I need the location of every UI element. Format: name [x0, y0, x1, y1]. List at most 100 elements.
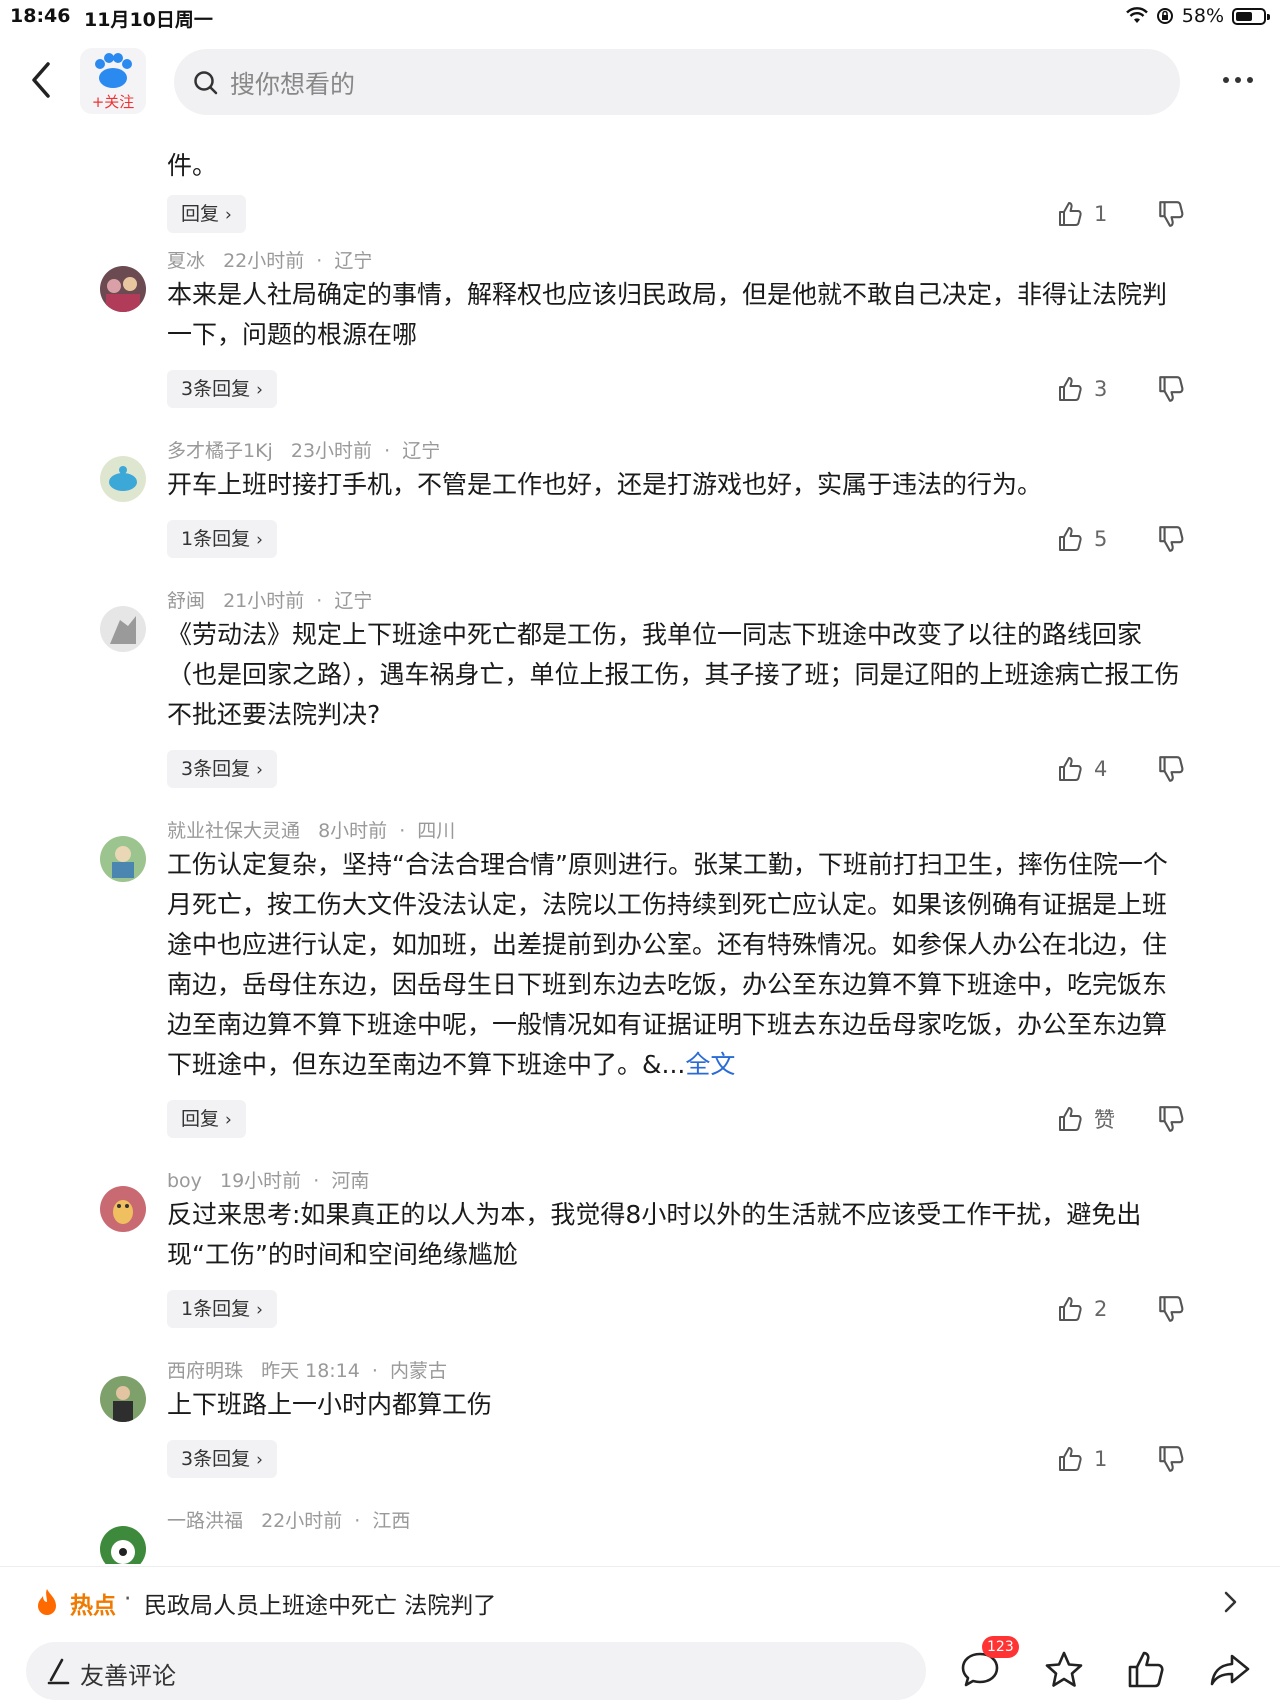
comment-text: 件。: [167, 151, 218, 180]
reply-button[interactable]: 1条回复 ›: [167, 1290, 277, 1328]
like-button[interactable]: 1: [1056, 195, 1107, 233]
expand-full-text-link[interactable]: 全文: [685, 1050, 735, 1079]
comment-time: 19小时前: [219, 1170, 302, 1192]
avatar-image: [100, 1376, 146, 1422]
thumbs-down-icon[interactable]: [1156, 1444, 1186, 1474]
reply-button[interactable]: 回复 ›: [167, 1100, 246, 1138]
chevron-right-icon: ›: [225, 205, 232, 225]
reply-button[interactable]: 1条回复 ›: [167, 520, 277, 558]
author-name[interactable]: 就业社保大灵通: [167, 820, 300, 842]
search-box[interactable]: 搜你想看的: [174, 49, 1180, 115]
comment-location: 辽宁: [334, 590, 373, 612]
reply-label: 3条回复: [181, 758, 251, 780]
more-options-button[interactable]: [1218, 68, 1258, 92]
back-button[interactable]: [22, 58, 62, 102]
comment-meta: 就业社保大灵通 8小时前 · 四川: [167, 820, 456, 842]
reply-label: 3条回复: [181, 1448, 251, 1470]
comment-input-placeholder: 友善评论: [80, 1662, 176, 1690]
thumbs-up-icon[interactable]: [1124, 1648, 1168, 1692]
chevron-right-icon: ›: [256, 380, 263, 400]
user-avatar[interactable]: [100, 266, 146, 312]
reply-label: 回复: [181, 1108, 220, 1130]
comment-meta: 一路洪福 22小时前 · 江西: [167, 1510, 411, 1532]
author-name[interactable]: 多才橘子1Kj: [167, 440, 273, 462]
like-button[interactable]: 2: [1056, 1290, 1107, 1328]
user-avatar[interactable]: [100, 606, 146, 652]
like-button[interactable]: 3: [1056, 370, 1107, 408]
status-indicators: 58%: [1125, 5, 1270, 27]
thumbs-up-icon: [1059, 757, 1082, 781]
comment-text: 反过来思考:如果真正的以人为本，我觉得8小时以外的生活就不应该受工作干扰，避免出…: [167, 1200, 1142, 1269]
thumbs-down-icon[interactable]: [1156, 754, 1186, 784]
comment-location: 河南: [331, 1170, 370, 1192]
hot-separator: ·: [124, 1586, 132, 1612]
bottom-action-bar: 友善评论 123: [0, 1636, 1280, 1706]
thumbs-up-icon: [1059, 1297, 1082, 1321]
author-name[interactable]: boy: [167, 1170, 202, 1192]
like-button[interactable]: 赞: [1056, 1100, 1115, 1138]
pen-icon: [47, 1658, 70, 1685]
share-icon[interactable]: [1208, 1648, 1252, 1692]
chevron-right-icon[interactable]: [1220, 1589, 1240, 1615]
comment-location: 内蒙古: [390, 1360, 448, 1382]
comment-time: 23小时前: [290, 440, 373, 462]
reply-button[interactable]: 3条回复 ›: [167, 1440, 277, 1478]
hot-label: 热点: [70, 1593, 116, 1619]
chevron-right-icon: ›: [256, 530, 263, 550]
follow-button[interactable]: +关注: [80, 91, 146, 112]
reply-label: 回复: [181, 203, 220, 225]
thumbs-up-icon: [1059, 1447, 1082, 1471]
comment-count-badge: 123: [982, 1636, 1019, 1658]
comment-text: 工伤认定复杂，坚持“合法合理合情”原则进行。张某工勤，下班前打扫卫生，摔伤住院一…: [167, 845, 1187, 1085]
author-name[interactable]: 夏冰: [167, 250, 205, 272]
avatar-image: [100, 1186, 146, 1232]
comment-meta: 多才橘子1Kj 23小时前 · 辽宁: [167, 440, 441, 462]
thumbs-down-icon[interactable]: [1156, 1294, 1186, 1324]
chevron-right-icon: ›: [256, 1450, 263, 1470]
like-count: 3: [1094, 377, 1108, 401]
user-avatar[interactable]: [100, 1186, 146, 1232]
reply-button[interactable]: 回复 ›: [167, 195, 246, 233]
user-avatar[interactable]: [100, 456, 146, 502]
chevron-left-icon: [32, 62, 50, 98]
comment-input[interactable]: 友善评论: [26, 1642, 926, 1700]
thumbs-up-icon: [1059, 1107, 1082, 1131]
comment-location: 江西: [372, 1510, 411, 1532]
user-avatar[interactable]: [100, 836, 146, 882]
wifi-icon: [1125, 7, 1148, 23]
user-avatar[interactable]: [100, 1526, 146, 1564]
star-icon[interactable]: [1042, 1648, 1086, 1692]
comment-text: 《劳动法》规定上下班途中死亡都是工伤，我单位一同志下班途中改变了以往的路线回家（…: [167, 620, 1180, 729]
search-placeholder: 搜你想看的: [230, 70, 356, 99]
like-button[interactable]: 1: [1056, 1440, 1107, 1478]
thumbs-up-icon: [1059, 527, 1082, 551]
like-count: 4: [1094, 757, 1108, 781]
thumbs-down-icon[interactable]: [1156, 374, 1186, 404]
author-avatar[interactable]: +关注: [80, 48, 146, 114]
reply-button[interactable]: 3条回复 ›: [167, 750, 277, 788]
thumbs-down-icon[interactable]: [1156, 524, 1186, 554]
user-avatar[interactable]: [100, 1376, 146, 1422]
hot-title[interactable]: 民政局人员上班途中死亡 法院判了: [144, 1586, 496, 1620]
avatar-image: [100, 606, 146, 652]
comment-text: 本来是人社局确定的事情，解释权也应该归民政局，但是他就不敢自己决定，非得让法院判…: [167, 280, 1168, 349]
comment-location: 辽宁: [334, 250, 373, 272]
author-name[interactable]: 西府明珠: [167, 1360, 243, 1382]
dot: [1223, 77, 1229, 83]
like-button[interactable]: 5: [1056, 520, 1107, 558]
comment-meta: boy 19小时前 · 河南: [167, 1170, 370, 1192]
author-name[interactable]: 一路洪福: [167, 1510, 243, 1532]
reply-button[interactable]: 3条回复 ›: [167, 370, 277, 408]
like-button[interactable]: 4: [1056, 750, 1107, 788]
thumbs-down-icon[interactable]: [1156, 199, 1186, 229]
comment-time: 8小时前: [318, 820, 388, 842]
comment-meta: 舒闽 21小时前 · 辽宁: [167, 590, 373, 612]
hot-topic-bar[interactable]: 热点 · 民政局人员上班途中死亡 法院判了: [0, 1566, 1280, 1637]
author-name[interactable]: 舒闽: [167, 590, 205, 612]
dot: [1235, 77, 1241, 83]
thumbs-down-icon[interactable]: [1156, 1104, 1186, 1134]
comment-location: 四川: [417, 820, 456, 842]
chevron-right-icon: ›: [225, 1110, 232, 1130]
status-time: 18:46: [10, 5, 71, 27]
top-nav: +关注 搜你想看的: [0, 40, 1280, 120]
